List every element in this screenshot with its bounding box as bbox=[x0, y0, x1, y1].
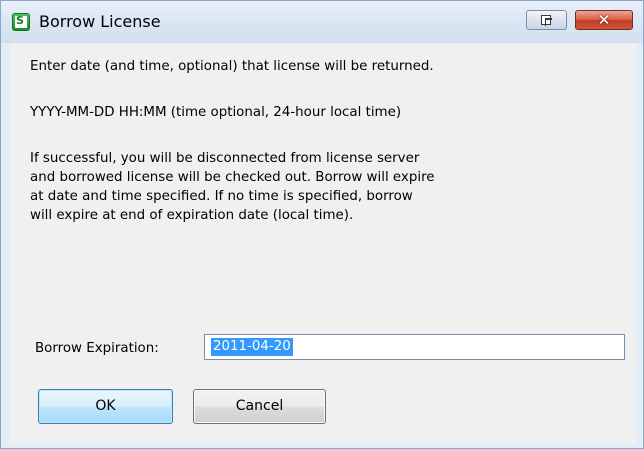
format-hint-text: YYYY-MM-DD HH:MM (time optional, 24-hour… bbox=[30, 103, 401, 122]
restore-window-button[interactable] bbox=[526, 10, 567, 30]
borrow-expiration-value: 2011-04-20 bbox=[211, 338, 293, 356]
app-icon bbox=[12, 13, 30, 31]
borrow-expiration-input[interactable]: 2011-04-20 bbox=[204, 334, 625, 360]
window-title: Borrow License bbox=[39, 12, 161, 31]
description-line: at date and time specified. If no time i… bbox=[30, 189, 413, 204]
close-window-button[interactable]: ✕ bbox=[575, 10, 633, 30]
format-hint-line: YYYY-MM-DD HH:MM (time optional, 24-hour… bbox=[30, 105, 402, 120]
ok-button[interactable]: OK bbox=[38, 389, 173, 424]
borrow-description-text: If successful, you will be disconnected … bbox=[30, 149, 435, 225]
borrow-license-dialog: Borrow License ✕ Enter date (and time, o… bbox=[0, 0, 644, 449]
borrow-expiration-label: Borrow Expiration: bbox=[35, 341, 159, 356]
close-icon: ✕ bbox=[597, 11, 611, 29]
description-line: will expire at end of expiration date (l… bbox=[30, 208, 354, 223]
instruction-line: Enter date (and time, optional) that lic… bbox=[30, 59, 434, 74]
instruction-text: Enter date (and time, optional) that lic… bbox=[30, 57, 434, 76]
cancel-button[interactable]: Cancel bbox=[193, 389, 326, 424]
restore-window-icon bbox=[541, 15, 552, 26]
description-line: and borrowed license will be checked out… bbox=[30, 170, 435, 185]
description-line: If successful, you will be disconnected … bbox=[30, 151, 420, 166]
title-bar[interactable]: Borrow License ✕ bbox=[1, 1, 643, 43]
